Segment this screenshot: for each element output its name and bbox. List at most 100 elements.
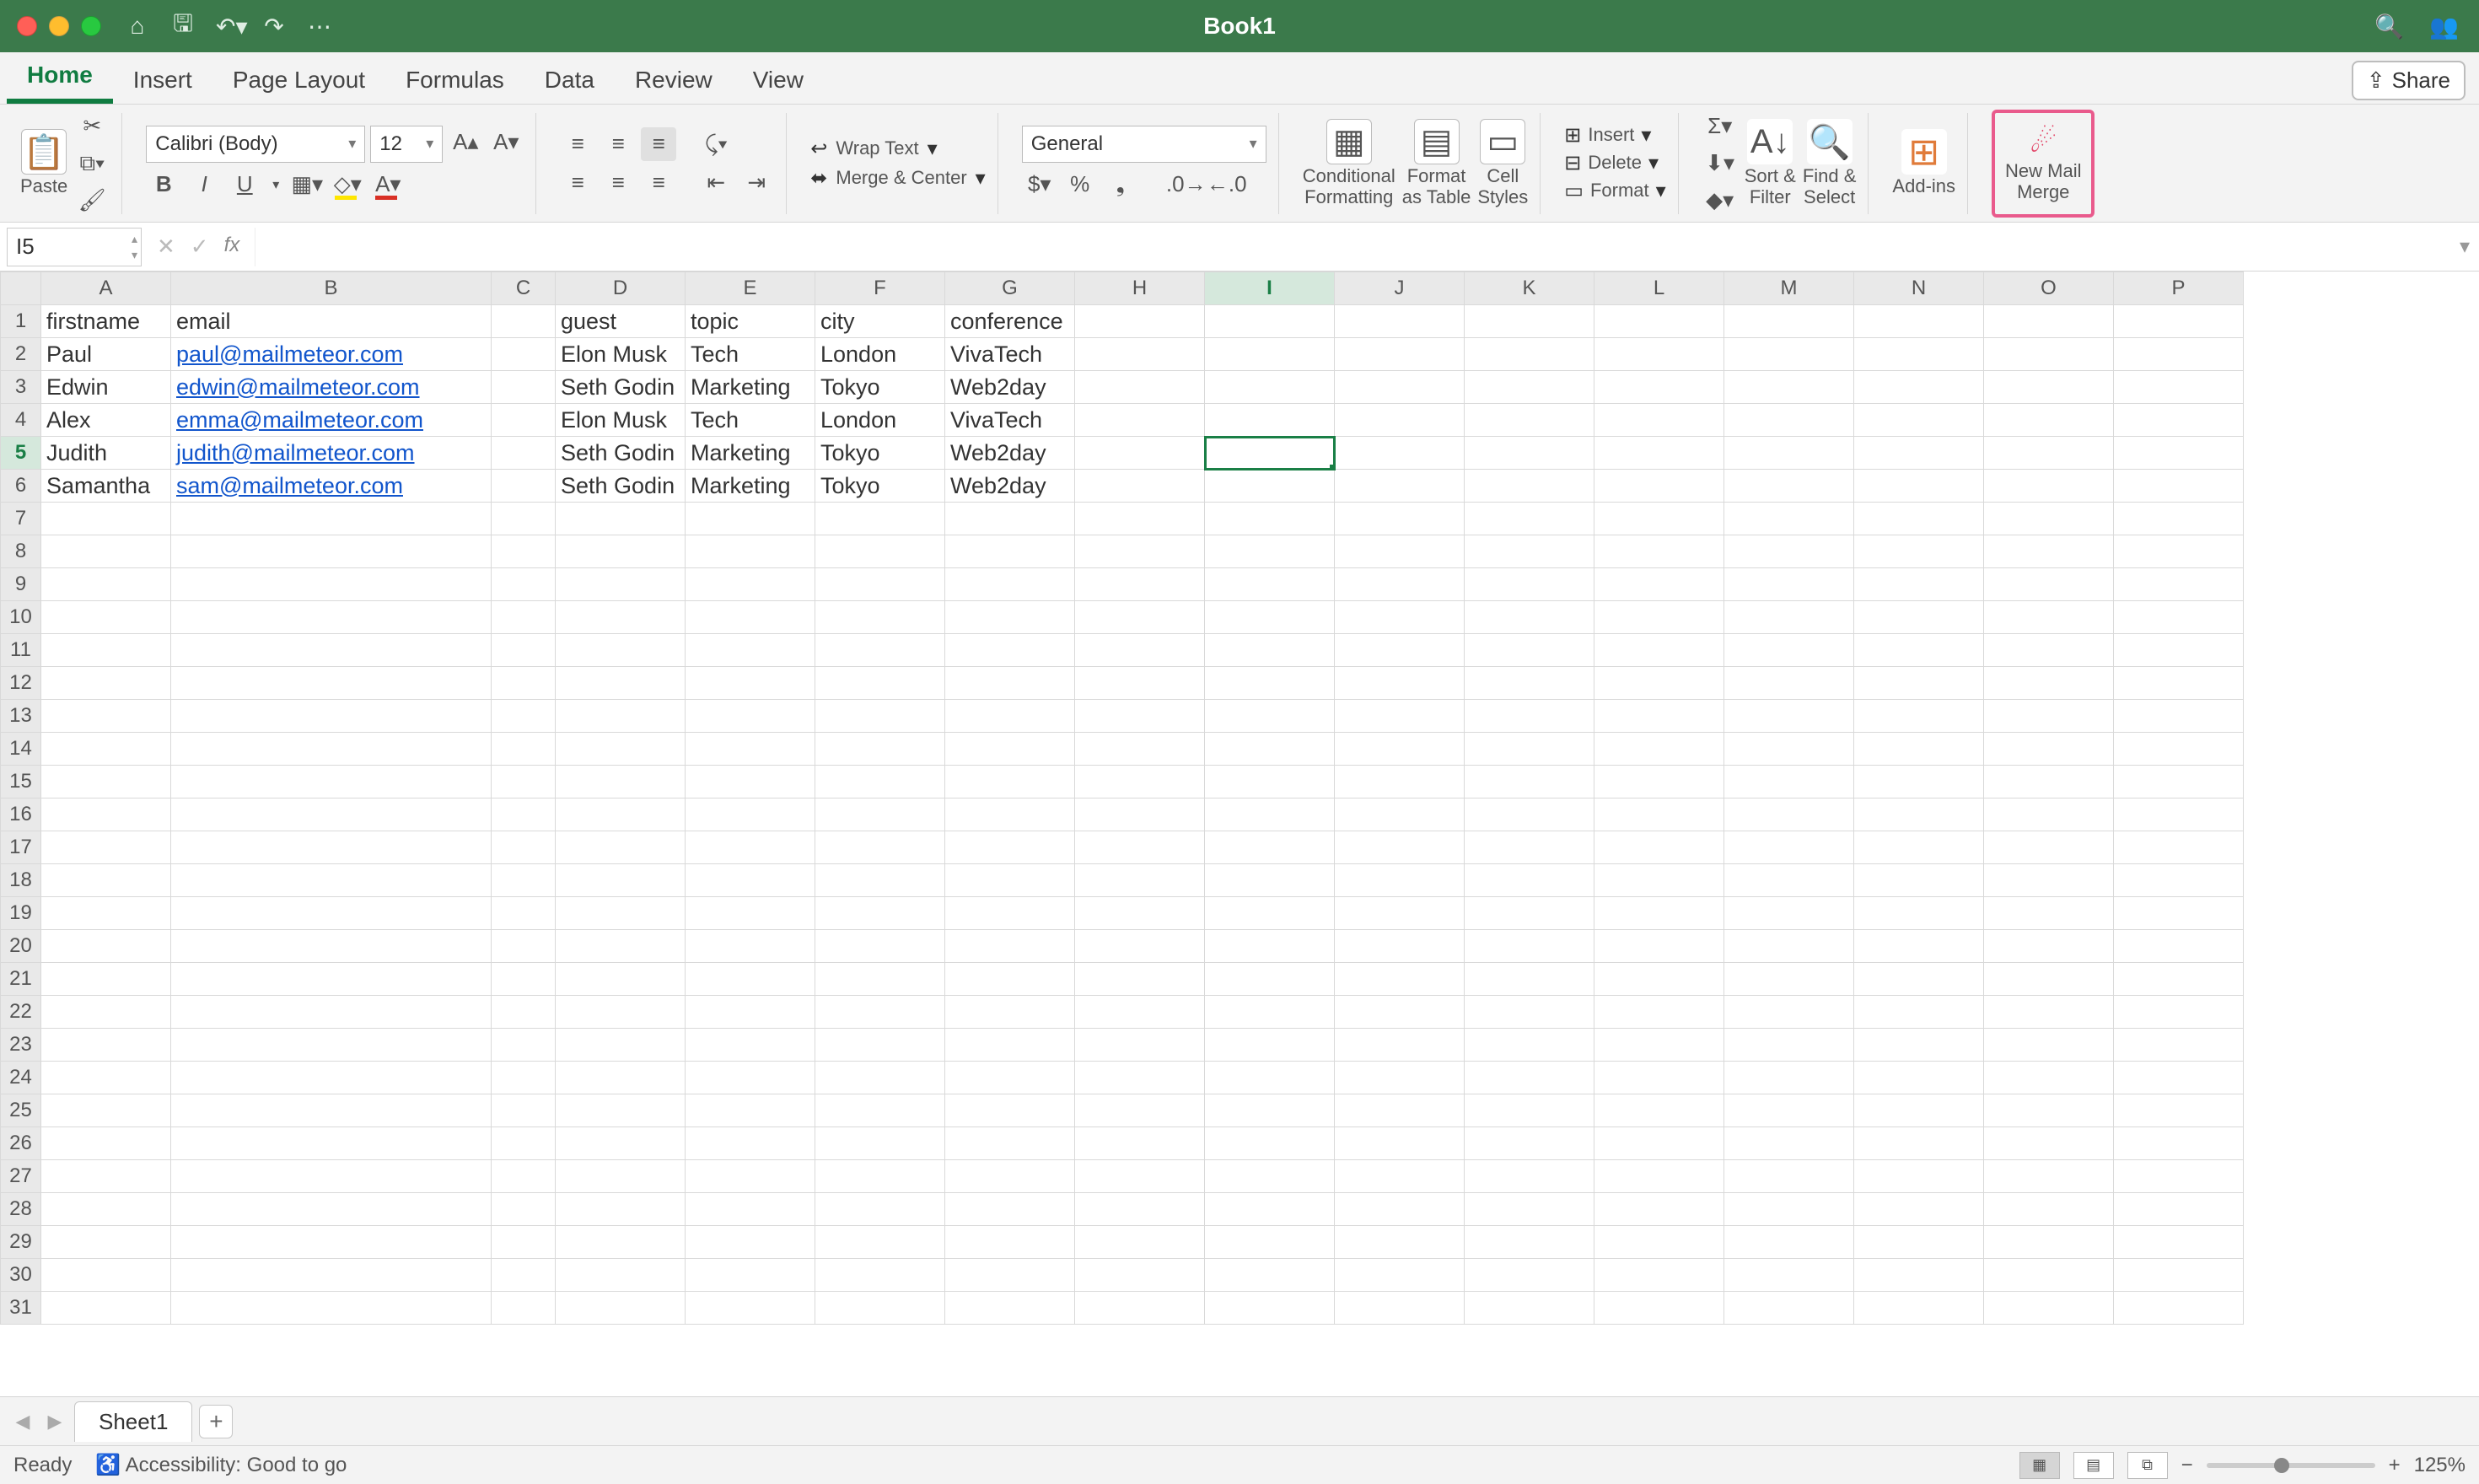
- cell-C24[interactable]: [492, 1062, 556, 1094]
- cell-D29[interactable]: [556, 1226, 686, 1259]
- cell-N26[interactable]: [1854, 1127, 1984, 1160]
- cell-J15[interactable]: [1335, 766, 1465, 798]
- cell-N1[interactable]: [1854, 305, 1984, 338]
- cell-N24[interactable]: [1854, 1062, 1984, 1094]
- cell-J9[interactable]: [1335, 568, 1465, 601]
- cell-C27[interactable]: [492, 1160, 556, 1193]
- cell-A12[interactable]: [41, 667, 171, 700]
- cell-P25[interactable]: [2114, 1094, 2244, 1127]
- underline-dropdown[interactable]: ▾: [267, 168, 284, 202]
- cell-C31[interactable]: [492, 1292, 556, 1325]
- cell-L27[interactable]: [1594, 1160, 1724, 1193]
- cell-K16[interactable]: [1465, 798, 1594, 831]
- cell-B11[interactable]: [171, 634, 492, 667]
- cell-M13[interactable]: [1724, 700, 1854, 733]
- cell-C16[interactable]: [492, 798, 556, 831]
- cell-O4[interactable]: [1984, 404, 2114, 437]
- column-header-D[interactable]: D: [556, 272, 686, 305]
- cell-A10[interactable]: [41, 601, 171, 634]
- cell-G12[interactable]: [945, 667, 1075, 700]
- cell-M20[interactable]: [1724, 930, 1854, 963]
- row-header-11[interactable]: 11: [1, 634, 41, 667]
- cell-I22[interactable]: [1205, 996, 1335, 1029]
- cell-P5[interactable]: [2114, 437, 2244, 470]
- cell-E29[interactable]: [686, 1226, 815, 1259]
- cell-B2[interactable]: paul@mailmeteor.com: [171, 338, 492, 371]
- cell-H16[interactable]: [1075, 798, 1205, 831]
- cell-G8[interactable]: [945, 535, 1075, 568]
- cell-J1[interactable]: [1335, 305, 1465, 338]
- cell-J4[interactable]: [1335, 404, 1465, 437]
- cell-N15[interactable]: [1854, 766, 1984, 798]
- cell-A5[interactable]: Judith: [41, 437, 171, 470]
- cell-I21[interactable]: [1205, 963, 1335, 996]
- cell-N10[interactable]: [1854, 601, 1984, 634]
- cell-H3[interactable]: [1075, 371, 1205, 404]
- cell-K5[interactable]: [1465, 437, 1594, 470]
- cell-J8[interactable]: [1335, 535, 1465, 568]
- cell-P6[interactable]: [2114, 470, 2244, 503]
- cell-K2[interactable]: [1465, 338, 1594, 371]
- cell-K19[interactable]: [1465, 897, 1594, 930]
- column-header-A[interactable]: A: [41, 272, 171, 305]
- cell-L29[interactable]: [1594, 1226, 1724, 1259]
- cell-C20[interactable]: [492, 930, 556, 963]
- cell-K8[interactable]: [1465, 535, 1594, 568]
- column-header-C[interactable]: C: [492, 272, 556, 305]
- orientation-icon[interactable]: ⤹▾: [698, 127, 734, 161]
- cell-M11[interactable]: [1724, 634, 1854, 667]
- cell-E27[interactable]: [686, 1160, 815, 1193]
- cell-O7[interactable]: [1984, 503, 2114, 535]
- fill-color-button[interactable]: ◇▾: [330, 168, 365, 202]
- cell-N7[interactable]: [1854, 503, 1984, 535]
- cell-O12[interactable]: [1984, 667, 2114, 700]
- cell-G29[interactable]: [945, 1226, 1075, 1259]
- cell-A17[interactable]: [41, 831, 171, 864]
- cell-D31[interactable]: [556, 1292, 686, 1325]
- fill-icon[interactable]: ⬇▾: [1702, 147, 1738, 180]
- cell-A30[interactable]: [41, 1259, 171, 1292]
- cell-B3[interactable]: edwin@mailmeteor.com: [171, 371, 492, 404]
- cell-M1[interactable]: [1724, 305, 1854, 338]
- spreadsheet-grid[interactable]: ABCDEFGHIJKLMNOP1firstnameemailguesttopi…: [0, 272, 2244, 1325]
- cell-C4[interactable]: [492, 404, 556, 437]
- row-header-7[interactable]: 7: [1, 503, 41, 535]
- cell-N18[interactable]: [1854, 864, 1984, 897]
- row-header-19[interactable]: 19: [1, 897, 41, 930]
- cell-D14[interactable]: [556, 733, 686, 766]
- cell-J20[interactable]: [1335, 930, 1465, 963]
- cell-H10[interactable]: [1075, 601, 1205, 634]
- cell-G15[interactable]: [945, 766, 1075, 798]
- cell-C28[interactable]: [492, 1193, 556, 1226]
- cell-J23[interactable]: [1335, 1029, 1465, 1062]
- cell-I30[interactable]: [1205, 1259, 1335, 1292]
- cell-L24[interactable]: [1594, 1062, 1724, 1094]
- column-header-L[interactable]: L: [1594, 272, 1724, 305]
- cell-E30[interactable]: [686, 1259, 815, 1292]
- cell-H8[interactable]: [1075, 535, 1205, 568]
- cell-G16[interactable]: [945, 798, 1075, 831]
- column-header-G[interactable]: G: [945, 272, 1075, 305]
- decrease-font-icon[interactable]: A▾: [488, 126, 524, 159]
- cell-P31[interactable]: [2114, 1292, 2244, 1325]
- cell-I20[interactable]: [1205, 930, 1335, 963]
- cell-L8[interactable]: [1594, 535, 1724, 568]
- cell-F25[interactable]: [815, 1094, 945, 1127]
- cell-H15[interactable]: [1075, 766, 1205, 798]
- cell-C18[interactable]: [492, 864, 556, 897]
- cell-F6[interactable]: Tokyo: [815, 470, 945, 503]
- cell-H1[interactable]: [1075, 305, 1205, 338]
- cell-D8[interactable]: [556, 535, 686, 568]
- cell-K29[interactable]: [1465, 1226, 1594, 1259]
- cell-I16[interactable]: [1205, 798, 1335, 831]
- cell-L31[interactable]: [1594, 1292, 1724, 1325]
- format-as-table-button[interactable]: ▤ Formatas Table: [1402, 119, 1471, 207]
- cell-D18[interactable]: [556, 864, 686, 897]
- cell-F19[interactable]: [815, 897, 945, 930]
- cell-P3[interactable]: [2114, 371, 2244, 404]
- minimize-window-button[interactable]: [49, 16, 69, 36]
- row-header-24[interactable]: 24: [1, 1062, 41, 1094]
- align-middle-icon[interactable]: ≡: [600, 127, 636, 161]
- cell-O13[interactable]: [1984, 700, 2114, 733]
- cell-K12[interactable]: [1465, 667, 1594, 700]
